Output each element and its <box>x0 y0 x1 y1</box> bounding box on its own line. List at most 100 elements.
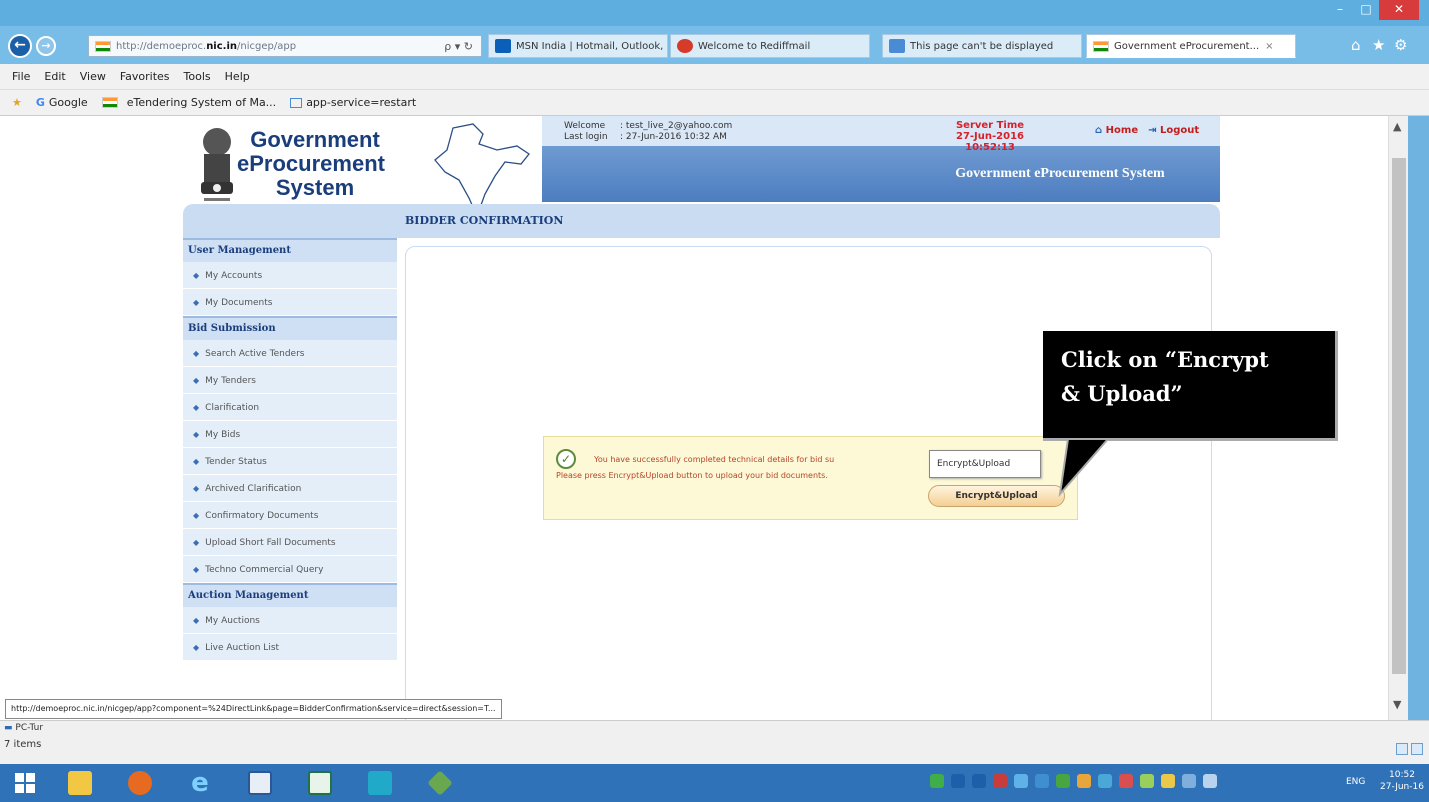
taskbar-headset-app[interactable] <box>355 767 405 799</box>
bullet-icon: ◆ <box>193 298 200 307</box>
page-viewport: Government eProcurement System Welcome: … <box>0 116 1388 720</box>
tray-icon[interactable] <box>1161 774 1175 788</box>
minimize-button[interactable]: – <box>1327 0 1353 20</box>
computer-icon: ▬ <box>4 723 13 733</box>
settings-gear-icon[interactable]: ⚙ <box>1394 36 1407 54</box>
tray-icon[interactable] <box>1140 774 1154 788</box>
taskbar-file-explorer[interactable] <box>55 767 105 799</box>
sidebar-item[interactable]: ◆ Archived Clarification <box>183 475 397 502</box>
sidebar-item[interactable]: ◆ Search Active Tenders <box>183 340 397 367</box>
tab-error-page[interactable]: This page can't be displayed <box>882 34 1082 58</box>
logo-line: System <box>275 175 355 200</box>
network-icon[interactable] <box>1182 774 1196 788</box>
home-icon[interactable]: ⌂ <box>1351 36 1361 54</box>
sidebar-item[interactable]: ◆ My Bids <box>183 421 397 448</box>
sidebar-item[interactable]: ◆ My Tenders <box>183 367 397 394</box>
tray-icon[interactable] <box>1077 774 1091 788</box>
button-tooltip: Encrypt&Upload <box>929 450 1041 478</box>
tab-label: Government eProcurement... <box>1114 40 1260 52</box>
close-button[interactable]: ✕ <box>1379 0 1419 20</box>
favorites-star-icon[interactable]: ★ <box>1372 36 1385 54</box>
tray-icon[interactable] <box>951 774 965 788</box>
sidebar-item[interactable]: ◆ Tender Status <box>183 448 397 475</box>
address-domain: nic.in <box>206 40 238 52</box>
scroll-up-icon[interactable]: ▲ <box>1393 120 1401 133</box>
scroll-thumb[interactable] <box>1392 158 1406 674</box>
sidebar-section-heading: User Management <box>183 238 397 262</box>
menu-file[interactable]: File <box>12 70 30 83</box>
sidebar-item[interactable]: ◆ My Documents <box>183 289 397 316</box>
fav-google[interactable]: G Google <box>36 96 88 109</box>
tab-msn[interactable]: MSN India | Hotmail, Outlook, ... <box>488 34 668 58</box>
sidebar-item-label: My Accounts <box>205 271 263 281</box>
menu-tools[interactable]: Tools <box>184 70 211 83</box>
callout-line: & Upload” <box>1061 381 1183 406</box>
sidebar-item[interactable]: ◆ Techno Commercial Query <box>183 556 397 583</box>
start-button[interactable] <box>0 767 50 799</box>
tray-icon[interactable] <box>1035 774 1049 788</box>
taskbar-app[interactable] <box>415 767 465 799</box>
forward-button[interactable]: → <box>36 36 56 56</box>
server-time-value: 27-Jun-2016 10:52:13 <box>955 131 1024 153</box>
home-link[interactable]: ⌂ Home <box>1095 125 1138 136</box>
home-link-label: Home <box>1105 125 1139 136</box>
large-icons-view-icon[interactable] <box>1411 743 1423 755</box>
menu-view[interactable]: View <box>80 70 106 83</box>
tab-rediffmail[interactable]: Welcome to Rediffmail <box>670 34 870 58</box>
lastlogin-value: : 27-Jun-2016 10:32 AM <box>620 132 727 142</box>
sidebar-item-label: My Bids <box>205 430 241 440</box>
maximize-button[interactable]: □ <box>1353 0 1379 20</box>
taskbar-internet-explorer[interactable]: e <box>175 767 225 799</box>
vertical-scrollbar[interactable]: ▲ ▼ <box>1388 116 1408 720</box>
encrypt-upload-button[interactable]: Encrypt&Upload <box>928 485 1065 507</box>
sidebar-item-label: My Tenders <box>205 376 256 386</box>
sidebar-item[interactable]: ◆ Clarification <box>183 394 397 421</box>
lastlogin-label: Last login <box>564 132 608 142</box>
add-favorite-icon[interactable]: ★ <box>12 96 22 109</box>
volume-icon[interactable] <box>1203 774 1217 788</box>
fav-etendering[interactable]: eTendering System of Ma... <box>101 96 276 109</box>
tray-icon[interactable] <box>1014 774 1028 788</box>
taskbar-excel[interactable] <box>295 767 345 799</box>
bullet-icon: ◆ <box>193 457 200 466</box>
tray-icon[interactable] <box>993 774 1007 788</box>
clock[interactable]: 10:52 27-Jun-16 <box>1380 769 1424 793</box>
search-refresh-icons[interactable]: ρ ▾ ↻ <box>444 40 473 53</box>
callout-line: Click on “Encrypt <box>1061 347 1269 372</box>
taskbar-word[interactable] <box>235 767 285 799</box>
sidebar-item-label: Live Auction List <box>205 643 280 653</box>
sidebar-section-heading: Auction Management <box>183 583 397 607</box>
bullet-icon: ◆ <box>193 643 200 652</box>
menu-edit[interactable]: Edit <box>44 70 65 83</box>
tab-label: Welcome to Rediffmail <box>698 40 811 52</box>
tray-icon[interactable] <box>1119 774 1133 788</box>
pc-item[interactable]: ▬ PC-Tur <box>4 723 43 733</box>
tab-close-icon[interactable]: × <box>1265 41 1273 52</box>
taskbar-firefox[interactable] <box>115 767 165 799</box>
scroll-down-icon[interactable]: ▼ <box>1393 698 1401 711</box>
address-bar[interactable]: http://demoeproc. nic.in/nicgep/app ρ ▾ ↻ <box>88 35 482 57</box>
sidebar-item[interactable]: ◆ Live Auction List <box>183 634 397 661</box>
tray-icon[interactable] <box>1098 774 1112 788</box>
fav-app-service[interactable]: app-service=restart <box>290 96 416 109</box>
tray-icon[interactable] <box>1056 774 1070 788</box>
back-button[interactable]: ← <box>8 34 32 58</box>
msn-icon <box>495 39 511 53</box>
menu-help[interactable]: Help <box>225 70 250 83</box>
details-view-icon[interactable] <box>1396 743 1408 755</box>
bullet-icon: ◆ <box>193 271 200 280</box>
menu-favorites[interactable]: Favorites <box>120 70 170 83</box>
sidebar-item[interactable]: ◆ Confirmatory Documents <box>183 502 397 529</box>
tray-icon[interactable] <box>972 774 986 788</box>
taskbar: e ENG 10:52 27-Jun-16 <box>0 764 1429 802</box>
sidebar-item[interactable]: ◆ My Accounts <box>183 262 397 289</box>
tray-icon[interactable] <box>930 774 944 788</box>
sidebar-item[interactable]: ◆ Upload Short Fall Documents <box>183 529 397 556</box>
bullet-icon: ◆ <box>193 376 200 385</box>
tab-eprocurement[interactable]: Government eProcurement... × <box>1086 34 1296 58</box>
sidebar-item[interactable]: ◆ My Auctions <box>183 607 397 634</box>
language-indicator[interactable]: ENG <box>1346 777 1365 787</box>
welcome-value: : test_live_2@yahoo.com <box>620 121 733 131</box>
logout-link[interactable]: ⇥ Logout <box>1148 125 1199 136</box>
rediff-icon <box>677 39 693 53</box>
